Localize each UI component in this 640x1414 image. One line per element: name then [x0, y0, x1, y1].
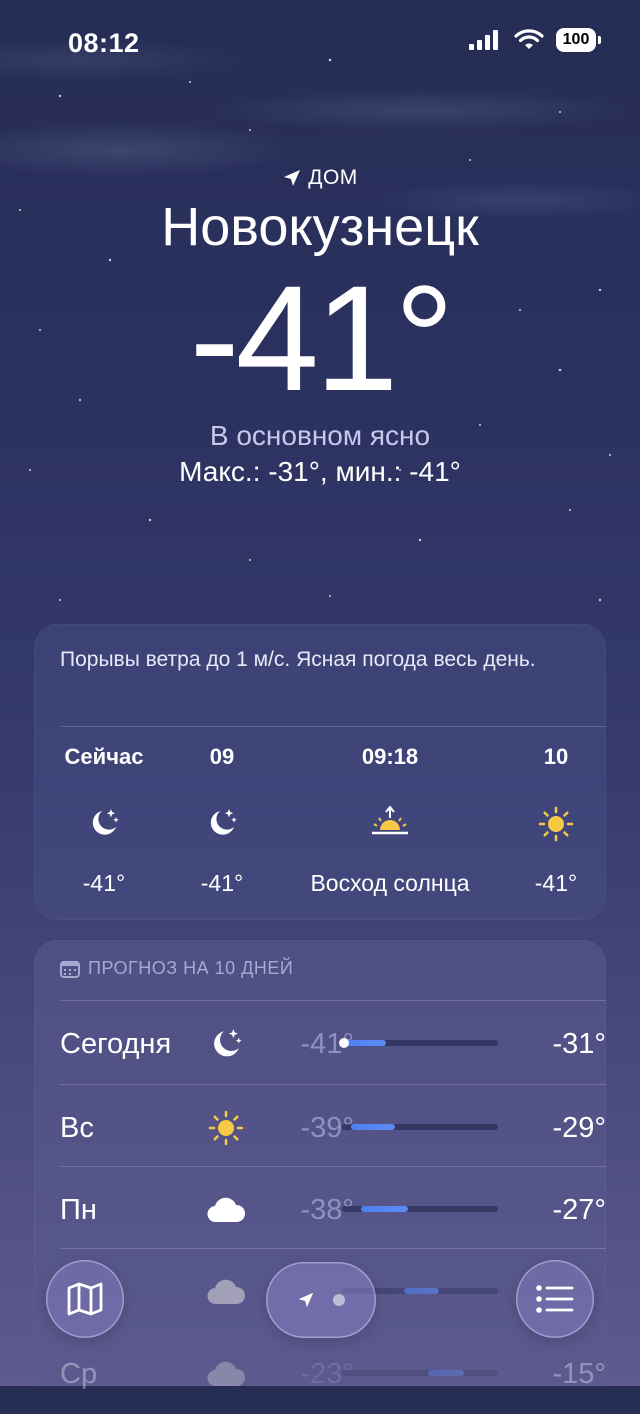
hourly-time: 10	[543, 744, 569, 769]
sun-icon	[204, 1108, 248, 1148]
hourly-time: 09:18	[361, 744, 419, 769]
forecast-day: Пн	[60, 1194, 97, 1226]
temperature-range-fill	[351, 1124, 396, 1130]
status-time: 08:12	[68, 28, 140, 58]
temperature-range-fill	[404, 1288, 439, 1294]
location-arrow-icon	[284, 170, 301, 186]
forecast-row[interactable]: Сегодня -41° -31°	[60, 1002, 606, 1084]
hourly-item: Сейчас -41°	[44, 744, 164, 897]
temperature-range-bar	[342, 1124, 498, 1130]
card-divider	[60, 726, 606, 727]
hourly-item: 10 -41°	[496, 744, 616, 897]
temperature-range-bar	[339, 1038, 498, 1048]
map-button[interactable]	[46, 1260, 124, 1338]
wifi-icon	[514, 29, 544, 49]
forecast-row[interactable]: Ср -23° -15°	[60, 1332, 606, 1414]
current-temperature: -41°	[189, 254, 455, 422]
location-arrow-icon	[298, 1292, 314, 1308]
forecast-high: -27°	[552, 1194, 606, 1226]
city-name: Новокузнецк	[161, 197, 479, 257]
hourly-forecast-card[interactable]: Порывы ветра до 1 м/с. Ясная погода весь…	[34, 624, 606, 920]
calendar-icon	[60, 960, 80, 978]
high-low-temperature: Макс.: -31°, мин.: -41°	[179, 456, 461, 487]
status-bar: 08:12 100	[0, 0, 640, 90]
moon-stars-icon	[44, 806, 164, 840]
hourly-temperature: -41°	[200, 870, 244, 896]
weather-condition: В основном ясно	[209, 420, 431, 451]
forecast-low: -38°	[300, 1194, 354, 1226]
cloud-icon	[204, 1190, 248, 1230]
map-icon	[67, 1282, 103, 1316]
weather-summary: Порывы ветра до 1 м/с. Ясная погода весь…	[60, 648, 536, 671]
forecast-high: -29°	[552, 1112, 606, 1144]
forecast-low: -39°	[300, 1112, 354, 1144]
forecast-divider	[60, 1166, 606, 1167]
sun-icon	[496, 806, 616, 842]
hourly-item: 09:18 Восход солнца	[270, 744, 510, 897]
temperature-range-bar	[342, 1206, 498, 1212]
hourly-time: Сейчас	[64, 744, 144, 769]
temperature-range-fill	[360, 1206, 408, 1212]
location-label-text: ДОМ	[308, 166, 358, 189]
forecast-divider	[60, 1084, 606, 1085]
moon-stars-icon	[204, 1024, 248, 1064]
forecast-day: Вс	[60, 1112, 94, 1144]
sunrise-icon	[270, 806, 510, 840]
sunrise-label: Восход солнца	[310, 870, 470, 896]
location-label: ДОМ	[0, 166, 640, 190]
hourly-item: 09 -41°	[162, 744, 282, 897]
hourly-temperature: -41°	[534, 870, 578, 896]
cloud-icon	[204, 1272, 248, 1312]
forecast-row[interactable]: Пн -38° -27°	[60, 1168, 606, 1250]
hourly-temperature: -41°	[82, 870, 126, 896]
current-temperature-dot	[339, 1038, 349, 1048]
forecast-high: -15°	[552, 1358, 606, 1390]
cloud-icon	[204, 1354, 248, 1394]
temperature-range-bar	[342, 1370, 498, 1376]
forecast-low: -23°	[300, 1358, 354, 1390]
page-dot	[333, 1294, 345, 1306]
forecast-day: Ср	[60, 1358, 98, 1390]
hourly-time: 09	[209, 744, 235, 769]
forecast-high: -31°	[552, 1028, 606, 1060]
forecast-row[interactable]: Вс -39° -29°	[60, 1086, 606, 1168]
list-icon	[536, 1285, 574, 1313]
battery-indicator: 100	[556, 28, 601, 52]
temperature-range-fill	[427, 1370, 464, 1376]
forecast-header: ПРОГНОЗ НА 10 ДНЕЙ	[60, 958, 293, 979]
forecast-divider	[60, 1248, 606, 1249]
moon-stars-icon	[162, 806, 282, 840]
forecast-day: Сегодня	[60, 1028, 172, 1060]
list-button[interactable]	[516, 1260, 594, 1338]
status-icons: 100	[468, 28, 601, 52]
forecast-divider	[60, 1000, 606, 1001]
cellular-signal-icon	[469, 30, 498, 50]
forecast-title: ПРОГНОЗ НА 10 ДНЕЙ	[88, 958, 294, 978]
location-pager[interactable]	[266, 1262, 376, 1338]
